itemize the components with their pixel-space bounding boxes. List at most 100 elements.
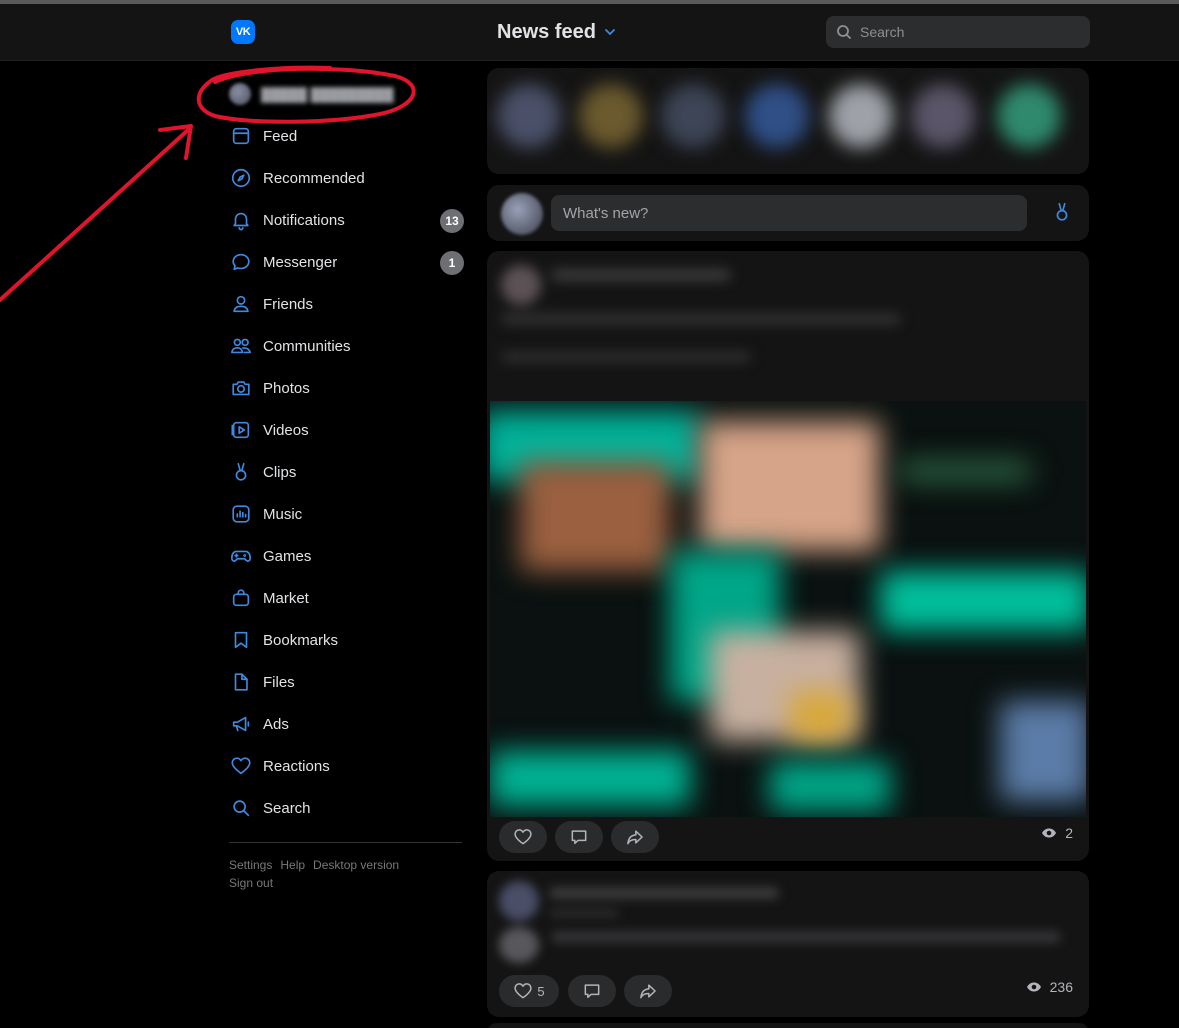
camera-icon (229, 376, 253, 400)
post-header-blurred (487, 251, 1089, 401)
sidebar-item-label: Communities (263, 337, 351, 355)
feed-icon (229, 124, 253, 148)
avatar (229, 83, 251, 105)
compose-box (487, 185, 1089, 241)
share-button[interactable] (624, 975, 672, 1007)
sidebar-item-videos[interactable]: Videos (229, 409, 464, 451)
create-clip-button[interactable] (1051, 201, 1075, 225)
sidebar-item-label: Notifications (263, 211, 345, 229)
sidebar-item-friends[interactable]: Friends (229, 283, 464, 325)
chevron-down-icon (605, 29, 615, 36)
megaphone-icon (229, 712, 253, 736)
messenger-count-badge: 1 (440, 251, 464, 275)
desktop-version-link[interactable]: Desktop version (313, 858, 399, 872)
whats-new-input[interactable] (551, 195, 1027, 231)
sidebar-item-ads[interactable]: Ads (229, 703, 464, 745)
bell-icon (229, 208, 253, 232)
sidebar-item-label: Music (263, 505, 303, 523)
feed-post: 5 236 (487, 871, 1089, 1017)
sidebar-item-label: Market (263, 589, 309, 607)
like-count: 5 (537, 983, 545, 999)
page-title: News feed (497, 20, 596, 43)
sidebar-item-messenger[interactable]: Messenger 1 (229, 241, 464, 283)
sidebar-nav: Feed Recommended Notifications 13 Messen… (229, 115, 464, 829)
sidebar-item-bookmarks[interactable]: Bookmarks (229, 619, 464, 661)
users-icon (229, 334, 253, 358)
comment-button[interactable] (555, 821, 603, 853)
sidebar-item-feed[interactable]: Feed (229, 115, 464, 157)
sidebar-item-notifications[interactable]: Notifications 13 (229, 199, 464, 241)
vk-logo[interactable]: VK (231, 20, 255, 44)
post-actions: 5 236 (487, 971, 1089, 1011)
header-search[interactable] (826, 16, 1090, 48)
story-item[interactable] (829, 84, 893, 148)
feed-switcher[interactable]: News feed (497, 19, 616, 45)
sidebar-item-label: Search (263, 799, 311, 817)
bookmark-icon (229, 628, 253, 652)
stories-strip[interactable] (487, 68, 1089, 174)
sidebar-item-search[interactable]: Search (229, 787, 464, 829)
sidebar-item-label: Games (263, 547, 312, 565)
eye-icon (1026, 982, 1041, 992)
sign-out-link[interactable]: Sign out (229, 876, 273, 890)
search-input[interactable] (860, 24, 1070, 40)
sidebar-item-recommended[interactable]: Recommended (229, 157, 464, 199)
clips-icon (229, 460, 253, 484)
gamepad-icon (229, 544, 253, 568)
share-button[interactable] (611, 821, 659, 853)
compass-icon (229, 166, 253, 190)
comment-button[interactable] (568, 975, 616, 1007)
sidebar-item-reactions[interactable]: Reactions (229, 745, 464, 787)
view-count: 2 (1041, 825, 1073, 841)
sidebar-item-communities[interactable]: Communities (229, 325, 464, 367)
heart-icon (229, 754, 253, 778)
notifications-count-badge: 13 (440, 209, 464, 233)
feed-post-partial (487, 1023, 1089, 1028)
story-item[interactable] (911, 84, 975, 148)
help-link[interactable]: Help (280, 858, 305, 872)
story-item[interactable] (497, 84, 561, 148)
like-button[interactable] (499, 821, 547, 853)
sidebar-item-label: Messenger (263, 253, 338, 271)
post-actions: 2 (487, 817, 1089, 857)
music-icon (229, 502, 253, 526)
post-image-blurred[interactable] (490, 401, 1086, 817)
sidebar-item-label: Recommended (263, 169, 365, 187)
sidebar-item-market[interactable]: Market (229, 577, 464, 619)
top-header: VK News feed (0, 4, 1179, 61)
profile-link[interactable]: █████ █████████ (229, 82, 394, 106)
sidebar-item-clips[interactable]: Clips (229, 451, 464, 493)
bag-icon (229, 586, 253, 610)
sidebar-item-label: Friends (263, 295, 314, 313)
like-button[interactable]: 5 (499, 975, 559, 1007)
user-icon (229, 292, 253, 316)
sidebar-item-games[interactable]: Games (229, 535, 464, 577)
view-count: 236 (1026, 979, 1073, 995)
sidebar-item-label: Ads (263, 715, 289, 733)
settings-link[interactable]: Settings (229, 858, 272, 872)
post-header-blurred (487, 871, 1089, 971)
comment-icon (584, 984, 600, 998)
sidebar-item-label: Clips (263, 463, 297, 481)
share-arrow-icon (640, 984, 656, 999)
sidebar-item-music[interactable]: Music (229, 493, 464, 535)
sidebar-item-label: Files (263, 673, 295, 691)
sidebar-item-photos[interactable]: Photos (229, 367, 464, 409)
sidebar-item-files[interactable]: Files (229, 661, 464, 703)
file-icon (229, 670, 253, 694)
story-item[interactable] (661, 84, 725, 148)
search-icon (837, 25, 851, 39)
view-count-value: 236 (1049, 979, 1073, 995)
story-item[interactable] (579, 84, 643, 148)
clips-icon (1056, 202, 1068, 221)
story-item[interactable] (745, 84, 809, 148)
sidebar-item-label: Feed (263, 127, 298, 145)
chat-bubble-icon (229, 250, 253, 274)
heart-icon (514, 829, 532, 845)
sidebar-item-label: Photos (263, 379, 310, 397)
video-icon (229, 418, 253, 442)
sidebar-divider (229, 842, 462, 843)
story-item[interactable] (997, 84, 1061, 148)
heart-icon (514, 983, 533, 999)
view-count-value: 2 (1065, 825, 1073, 841)
